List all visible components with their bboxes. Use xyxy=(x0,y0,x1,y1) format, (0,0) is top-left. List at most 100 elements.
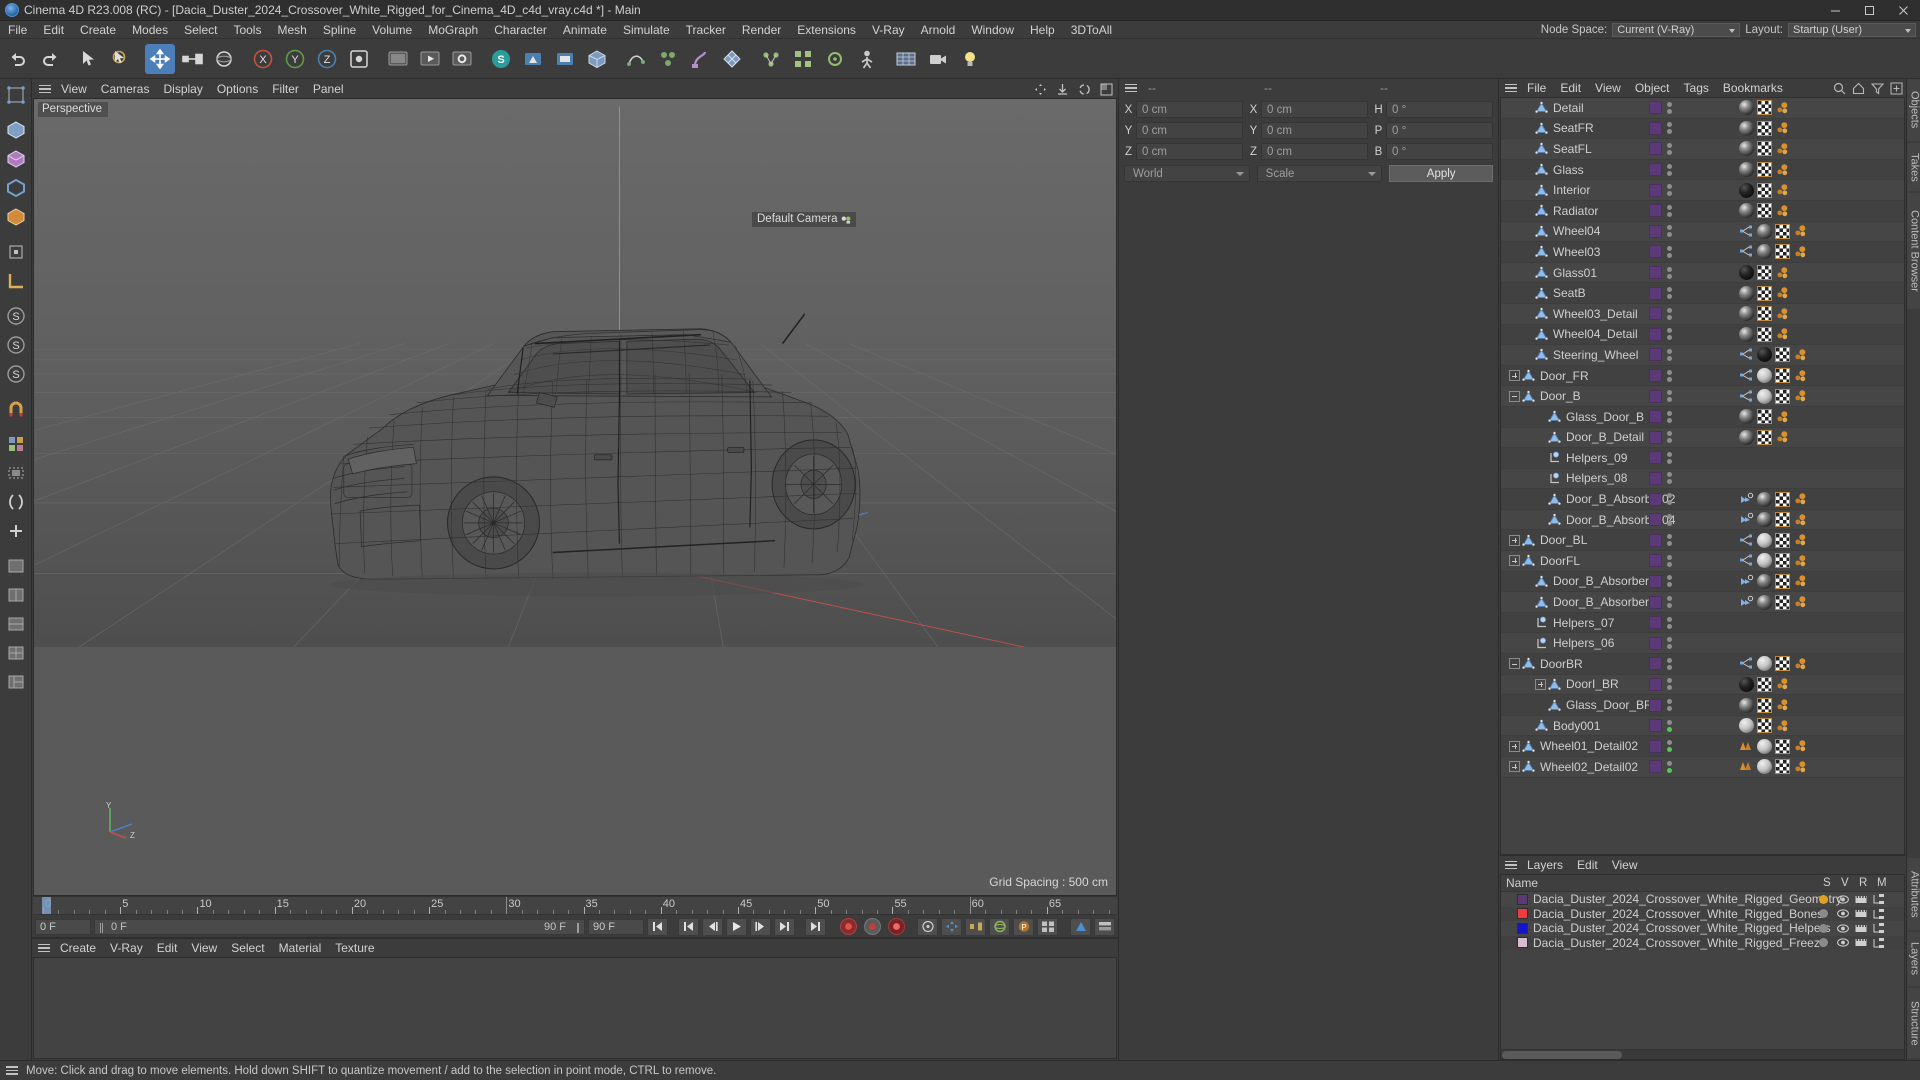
uvw-tag-icon[interactable] xyxy=(1757,326,1772,342)
layer-manager-toggle[interactable] xyxy=(1873,894,1885,905)
editor-visibility-dot[interactable] xyxy=(1667,451,1672,457)
xpresso-tag-icon[interactable] xyxy=(1739,389,1754,404)
object-menu-file[interactable]: File xyxy=(1520,81,1553,95)
object-layer-cell[interactable] xyxy=(1649,574,1672,588)
move-view-icon[interactable] xyxy=(1034,83,1047,96)
visibility-dots[interactable] xyxy=(1667,760,1672,773)
layer-solo-toggle[interactable] xyxy=(1819,923,1828,933)
layer-solo-toggle[interactable] xyxy=(1819,894,1828,904)
layer-color-chip[interactable] xyxy=(1649,657,1662,671)
maximize-button[interactable] xyxy=(1852,0,1886,21)
lock-z-axis-button[interactable]: Z xyxy=(312,44,342,74)
subdivision-surface-button[interactable] xyxy=(717,44,747,74)
material-tag-icon[interactable] xyxy=(1739,203,1754,219)
camera-button[interactable] xyxy=(923,44,953,74)
material-tag-icon[interactable] xyxy=(1757,347,1772,363)
editor-visibility-dot[interactable] xyxy=(1667,493,1672,499)
material-tag-icon[interactable] xyxy=(1757,656,1772,672)
layer-color-chip[interactable] xyxy=(1649,286,1662,300)
uvw-tag-icon[interactable] xyxy=(1757,676,1772,692)
menu-item-edit[interactable]: Edit xyxy=(35,21,72,39)
phong-tag-icon[interactable] xyxy=(1775,142,1789,156)
visibility-dots[interactable] xyxy=(1667,122,1672,135)
redo-button[interactable] xyxy=(35,44,65,74)
rot-h-input[interactable]: 0 ° xyxy=(1386,101,1493,118)
viewport-3d[interactable]: Perspective Default Camera Grid Spacing … xyxy=(33,98,1117,896)
layer-visibility-toggle[interactable] xyxy=(1837,938,1849,947)
expand-toggle[interactable] xyxy=(1509,555,1520,567)
layer-manager-toggle[interactable] xyxy=(1873,908,1885,919)
visibility-dots[interactable] xyxy=(1667,328,1672,341)
object-tree[interactable]: Detail SeatFR SeatFL Glass Interior Radi… xyxy=(1500,97,1905,855)
object-row[interactable]: Helpers_09 xyxy=(1501,448,1904,469)
editor-visibility-dot[interactable] xyxy=(1667,204,1672,210)
object-layer-cell[interactable] xyxy=(1649,595,1672,609)
layer-manager-toggle[interactable] xyxy=(1873,937,1885,948)
constraint-tag-icon[interactable] xyxy=(1739,492,1754,507)
visibility-dots[interactable] xyxy=(1667,307,1672,320)
uvw-tag-icon[interactable] xyxy=(1757,306,1772,322)
material-tag-icon[interactable] xyxy=(1739,162,1754,178)
layer-row[interactable]: Dacia_Duster_2024_Crossover_White_Rigged… xyxy=(1501,906,1904,921)
layer-panel-menu-icon[interactable] xyxy=(1502,856,1520,874)
object-row[interactable]: Door_B_Absorber01 xyxy=(1501,592,1904,613)
editor-visibility-dot[interactable] xyxy=(1667,554,1672,560)
object-layer-cell[interactable] xyxy=(1649,657,1672,671)
viewport-menu-view[interactable]: View xyxy=(54,82,94,96)
coordinate-mode-dropdown[interactable]: Scale xyxy=(1256,165,1383,182)
world-object-axis-button[interactable] xyxy=(344,44,374,74)
constraint-tag-icon[interactable] xyxy=(1739,574,1754,589)
phong-tag-icon[interactable] xyxy=(1793,492,1807,506)
uvw-tag-icon[interactable] xyxy=(1775,347,1790,363)
apply-button[interactable]: Apply xyxy=(1389,165,1494,182)
size-x-input[interactable]: 0 cm xyxy=(1261,101,1368,118)
editor-visibility-dot[interactable] xyxy=(1667,410,1672,416)
visibility-dots[interactable] xyxy=(1667,719,1672,732)
expand-toggle[interactable] xyxy=(1509,761,1520,773)
render-visibility-dot[interactable] xyxy=(1667,211,1672,217)
object-row[interactable]: Wheel04 xyxy=(1501,221,1904,243)
object-row[interactable]: Wheel02_Detail02 xyxy=(1501,757,1904,778)
layer-color-chip[interactable] xyxy=(1649,677,1662,691)
object-panel-menu-icon[interactable] xyxy=(1502,79,1520,97)
film-icon[interactable] xyxy=(1855,909,1867,918)
layer-horizontal-scrollbar[interactable] xyxy=(1501,1049,1904,1059)
expand-toggle[interactable] xyxy=(1509,370,1520,382)
object-row[interactable]: Door_B xyxy=(1501,386,1904,407)
home-icon[interactable] xyxy=(1852,82,1865,95)
object-menu-tags[interactable]: Tags xyxy=(1677,81,1716,95)
layer-manager-toggle[interactable] xyxy=(1873,923,1885,934)
render-visibility-dot[interactable] xyxy=(1667,561,1672,567)
vray-settings-button[interactable] xyxy=(550,44,580,74)
object-row[interactable]: Body001 xyxy=(1501,715,1904,737)
object-row[interactable]: Door_B_Absorber02 xyxy=(1501,489,1904,510)
material-menu-texture[interactable]: Texture xyxy=(328,941,381,955)
uvw-tag-icon[interactable] xyxy=(1775,223,1790,239)
move-keyframe-button[interactable] xyxy=(941,917,962,936)
phong-tag-icon[interactable] xyxy=(1775,719,1789,733)
layer-color-chip[interactable] xyxy=(1649,492,1662,506)
object-layer-cell[interactable] xyxy=(1649,451,1672,465)
visibility-dots[interactable] xyxy=(1667,369,1672,382)
object-layer-cell[interactable] xyxy=(1649,513,1672,527)
render-visibility-dot[interactable] xyxy=(1667,252,1672,258)
menu-item-select[interactable]: Select xyxy=(176,21,225,39)
tab-takes[interactable]: Takes xyxy=(1906,143,1920,191)
material-tag-icon[interactable] xyxy=(1739,265,1754,281)
layer-visibility-toggle[interactable] xyxy=(1837,895,1849,904)
max-frame-field[interactable]: 90 F xyxy=(588,918,644,935)
layer-color-chip[interactable] xyxy=(1649,204,1662,218)
uvw-tag-icon[interactable] xyxy=(1775,573,1790,589)
render-visibility-dot[interactable] xyxy=(1667,108,1672,114)
menu-item-create[interactable]: Create xyxy=(72,21,124,39)
phong-tag-icon[interactable] xyxy=(1793,760,1807,774)
uvw-tag-icon[interactable] xyxy=(1757,182,1772,198)
render-visibility-dot[interactable] xyxy=(1667,541,1672,547)
object-row[interactable]: DoorFL xyxy=(1501,551,1904,572)
object-layer-cell[interactable] xyxy=(1649,327,1672,341)
object-layer-cell[interactable] xyxy=(1649,348,1672,362)
constraint-tag-icon[interactable] xyxy=(1739,595,1754,610)
material-tag-icon[interactable] xyxy=(1757,759,1772,775)
render-visibility-dot[interactable] xyxy=(1667,706,1672,712)
layer-color-chip[interactable] xyxy=(1649,348,1662,362)
